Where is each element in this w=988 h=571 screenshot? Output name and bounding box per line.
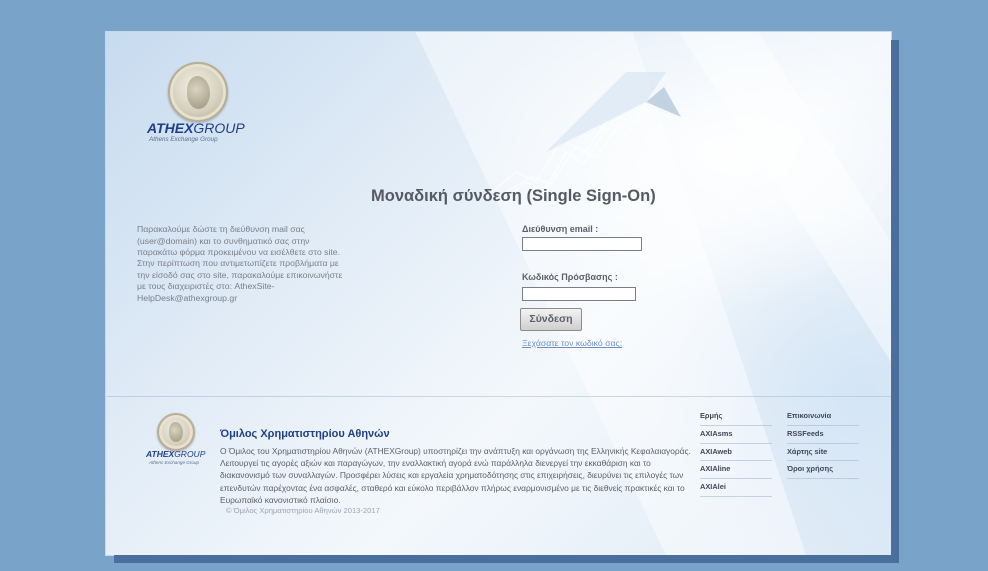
password-field[interactable]	[522, 287, 636, 301]
helpdesk-info: Στην περίπτωση που αντιμετωπίζετε προβλή…	[137, 258, 343, 303]
email-label: Διεύθυνση email :	[522, 224, 599, 234]
footer-seal-logo	[157, 413, 195, 451]
footer-link-terms[interactable]: Όροι χρήσης	[787, 461, 859, 480]
footer-title: Όμιλος Χρηματιστηρίου Αθηνών	[220, 428, 390, 440]
brand-logo-text: ATHEXGROUP	[147, 120, 245, 136]
footer-links-column-2: Επικοινωνία RSSFeeds Χάρτης site Όροι χρ…	[787, 408, 859, 480]
forgot-password-link[interactable]: Ξεχάσατε τον κωδικό σας;	[522, 338, 622, 348]
footer-link-contact[interactable]: Επικοινωνία	[787, 408, 859, 426]
footer-link-ermis[interactable]: Ερμής	[700, 408, 772, 426]
brand-name-bold: ATHEX	[147, 120, 194, 136]
brand-name-light: GROUP	[193, 120, 245, 136]
footer-description: Ο Όμιλος του Χρηματιστηρίου Αθηνών (ATHE…	[220, 446, 691, 505]
footer-link-axialine[interactable]: AXIAline	[700, 461, 772, 480]
footer-link-rss[interactable]: RSSFeeds	[787, 426, 859, 444]
password-label: Κωδικός Πρόσβασης :	[522, 272, 618, 282]
email-field[interactable]	[522, 237, 642, 251]
copyright-text: © Όμιλος Χρηματιστηρίου Αθηνών 2013-2017	[226, 506, 380, 515]
footer-brand-text: ATHEXGROUP	[146, 449, 205, 459]
footer-link-axiaweb[interactable]: AXIAweb	[700, 444, 772, 462]
brand-subtitle: Athens Exchange Group	[149, 136, 218, 143]
login-instructions: Παρακαλούμε δώστε τη διεύθυνση mail σας …	[137, 224, 341, 257]
footer-links-column-1: Ερμής AXIAsms AXIAweb AXIAline AXIAlei	[700, 408, 772, 497]
page-title: Μοναδική σύνδεση (Single Sign-On)	[371, 187, 656, 205]
footer-brand-bold: ATHEX	[146, 449, 175, 459]
login-panel: ATHEXGROUP Athens Exchange Group Μοναδικ…	[106, 32, 891, 555]
login-button[interactable]: Σύνδεση	[520, 308, 582, 331]
footer-link-axialei[interactable]: AXIAlei	[700, 479, 772, 497]
footer-brand-light: GROUP	[174, 449, 206, 459]
footer-link-axiasms[interactable]: AXIAsms	[700, 426, 772, 444]
footer-link-sitemap[interactable]: Χάρτης site	[787, 444, 859, 462]
footer-divider	[106, 396, 891, 397]
footer-brand-subtitle: Athens Exchange Group	[149, 460, 200, 465]
athex-seal-logo	[168, 62, 228, 122]
